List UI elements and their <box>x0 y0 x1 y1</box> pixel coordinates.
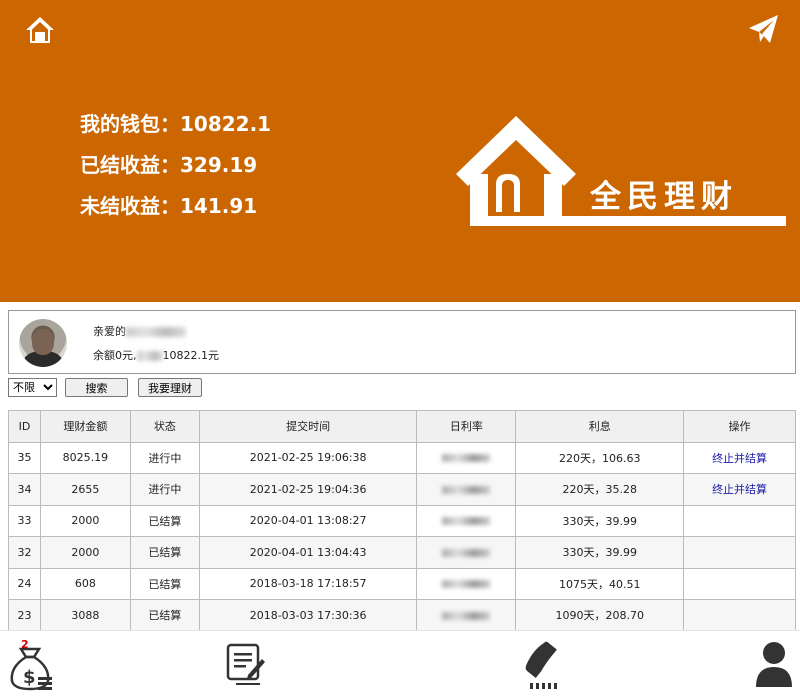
cell-status: 已结算 <box>129 504 200 537</box>
blurred-rate <box>442 485 491 494</box>
greeting-text: 亲爱的 <box>93 323 186 339</box>
table-row: 32 2000 已结算 2020-04-01 13:04:43 330天，39.… <box>8 536 796 569</box>
bottom-nav: $ <box>0 630 800 697</box>
cell-amount: 2000 <box>39 504 131 537</box>
balance-label: 余额0元, <box>93 349 137 362</box>
header-banner: 我的钱包：10822.1 已结收益：329.19 未结收益：141.91 全民理… <box>0 0 800 302</box>
table-row: 23 3088 已结算 2018-03-03 17:30:36 1090天，20… <box>8 599 796 632</box>
cell-interest: 1075天，40.51 <box>515 567 685 600</box>
table-header-row: ID 理财金额 状态 提交时间 日利率 利息 操作 <box>8 410 796 443</box>
cell-id: 34 <box>8 473 41 506</box>
investment-table: ID 理财金额 状态 提交时间 日利率 利息 操作 35 8025.19 进行中… <box>8 410 796 632</box>
cell-amount: 3088 <box>39 599 131 632</box>
cell-status: 已结算 <box>129 536 200 569</box>
paper-plane-icon[interactable] <box>746 12 780 46</box>
settled-income: 已结收益：329.19 <box>80 153 258 177</box>
cell-amount: 608 <box>39 567 131 600</box>
col-rate: 日利率 <box>416 410 517 443</box>
cell-action <box>683 536 796 569</box>
table-row: 24 608 已结算 2018-03-18 17:18:57 1075天，40.… <box>8 567 796 600</box>
cell-rate <box>416 441 517 474</box>
cell-id: 24 <box>8 567 41 600</box>
cell-status: 进行中 <box>129 441 200 474</box>
col-status: 状态 <box>129 410 200 443</box>
cell-time: 2021-02-25 19:04:36 <box>198 473 418 506</box>
cell-rate <box>416 504 517 537</box>
col-interest: 利息 <box>515 410 685 443</box>
money-bag-icon[interactable]: $ <box>6 641 56 691</box>
user-icon[interactable] <box>756 641 800 691</box>
cell-id: 35 <box>8 441 41 474</box>
cell-rate <box>416 473 517 506</box>
cell-interest: 220天，106.63 <box>515 441 685 474</box>
cell-status: 已结算 <box>129 599 200 632</box>
cell-id: 23 <box>8 599 41 632</box>
blurred-rate <box>442 454 491 463</box>
brand-title: 全民理财 <box>590 179 738 215</box>
greeting-label: 亲爱的 <box>93 325 126 338</box>
cell-time: 2018-03-03 17:30:36 <box>198 599 418 632</box>
cell-time: 2020-04-01 13:04:43 <box>198 536 418 569</box>
status-filter-select[interactable]: 不限 <box>8 378 57 397</box>
cell-action: 终止并结算 <box>683 441 796 474</box>
cell-status: 已结算 <box>129 567 200 600</box>
home-icon[interactable] <box>24 14 56 46</box>
cell-id: 33 <box>8 504 41 537</box>
col-id: ID <box>8 410 41 443</box>
svg-text:$: $ <box>23 667 36 688</box>
terminate-settle-link[interactable]: 终止并结算 <box>712 483 767 496</box>
col-time: 提交时间 <box>198 410 418 443</box>
cell-action <box>683 567 796 600</box>
blurred-rate <box>442 517 491 526</box>
cell-amount: 2655 <box>39 473 131 506</box>
avatar <box>19 319 67 367</box>
cell-action <box>683 504 796 537</box>
cell-interest: 220天，35.28 <box>515 473 685 506</box>
cell-action <box>683 599 796 632</box>
unsettled-income: 未结收益：141.91 <box>80 194 258 218</box>
table-row: 33 2000 已结算 2020-04-01 13:08:27 330天，39.… <box>8 504 796 537</box>
table-row: 35 8025.19 进行中 2021-02-25 19:06:38 220天，… <box>8 441 796 474</box>
search-button[interactable]: 搜索 <box>65 378 128 397</box>
document-edit-icon[interactable] <box>226 641 276 691</box>
cell-id: 32 <box>8 536 41 569</box>
blurred-rate <box>442 548 491 557</box>
cell-interest: 1090天，208.70 <box>515 599 685 632</box>
cell-time: 2018-03-18 17:18:57 <box>198 567 418 600</box>
wallet-total: 我的钱包：10822.1 <box>80 112 272 136</box>
balance-text: 余额0元, 10822.1元 <box>93 347 219 363</box>
terminate-settle-link[interactable]: 终止并结算 <box>712 452 767 465</box>
notification-badge: 2 <box>21 638 29 651</box>
user-info-card: 亲爱的 余额0元, 10822.1元 <box>8 310 796 374</box>
blurred-username <box>126 327 186 337</box>
blurred-rate <box>442 580 491 589</box>
cell-amount: 8025.19 <box>39 441 131 474</box>
phone-icon[interactable] <box>524 641 574 691</box>
cell-time: 2020-04-01 13:08:27 <box>198 504 418 537</box>
cell-amount: 2000 <box>39 536 131 569</box>
cell-rate <box>416 536 517 569</box>
blurred-label <box>136 351 163 361</box>
cell-interest: 330天，39.99 <box>515 504 685 537</box>
col-action: 操作 <box>683 410 796 443</box>
cell-action: 终止并结算 <box>683 473 796 506</box>
table-row: 34 2655 进行中 2021-02-25 19:04:36 220天，35.… <box>8 473 796 506</box>
cell-rate <box>416 567 517 600</box>
cell-interest: 330天，39.99 <box>515 536 685 569</box>
col-amount: 理财金额 <box>39 410 131 443</box>
wallet-amount: 10822.1元 <box>162 349 220 362</box>
cell-time: 2021-02-25 19:06:38 <box>198 441 418 474</box>
cell-rate <box>416 599 517 632</box>
wallet-summary: 我的钱包：10822.1 已结收益：329.19 未结收益：141.91 <box>80 108 271 231</box>
cell-status: 进行中 <box>129 473 200 506</box>
blurred-rate <box>442 611 491 620</box>
invest-button[interactable]: 我要理财 <box>138 378 202 397</box>
